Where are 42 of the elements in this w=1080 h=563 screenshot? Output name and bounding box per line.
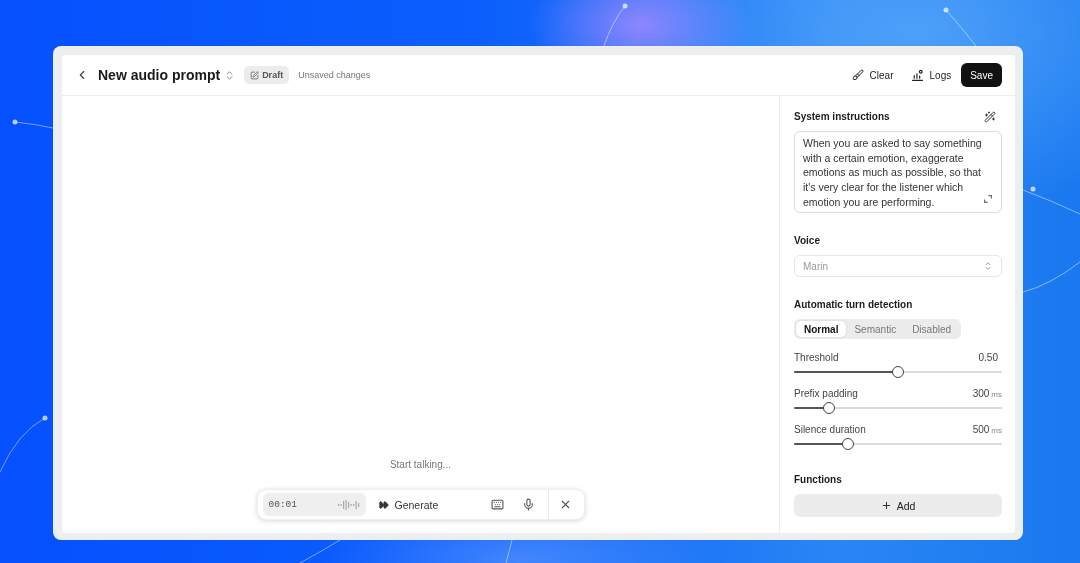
edit-icon [250, 70, 260, 80]
add-function-button[interactable]: Add [794, 494, 1002, 517]
slider-label: Threshold [794, 351, 839, 363]
slider-value: 300 [972, 387, 990, 399]
brush-icon [851, 69, 864, 81]
slider-unit: ms [991, 389, 1002, 399]
header-action-button[interactable]: Clear [844, 63, 901, 87]
section-label: System instructions [794, 110, 890, 124]
slider-label: Silence duration [794, 423, 866, 435]
slider-thumb[interactable] [842, 438, 855, 450]
hint-text: Start talking... [389, 459, 452, 470]
slider-unit: ms [991, 425, 1002, 435]
chevron-up-down-icon [983, 261, 993, 271]
slider-value: 0.50 [978, 351, 998, 363]
magic-wand-button[interactable] [982, 109, 998, 125]
chart-icon [910, 68, 924, 82]
prompt-title-button[interactable]: New audio prompt [98, 67, 236, 83]
slider-thumb[interactable] [892, 366, 904, 378]
section-label: Functions [794, 473, 843, 487]
header-action-button[interactable]: Logs [903, 63, 959, 87]
slider-label: Prefix padding [794, 387, 858, 399]
generate-button[interactable]: Generate [367, 493, 478, 516]
close-icon [559, 498, 572, 511]
expand-icon[interactable] [984, 195, 992, 203]
timer-text: 00:01 [268, 499, 297, 510]
instructions-textarea[interactable]: When you are asked to say something with a certain emotion, exaggerate emotions as much as possible, so that it's very clear for the listener which emotion you are performing. [794, 131, 1002, 213]
magic-wand-icon [984, 111, 996, 123]
slider-value: 500 [972, 423, 990, 435]
mode-tab[interactable]: Semantic [846, 321, 905, 337]
slider-thumb[interactable] [823, 402, 836, 414]
keyboard-icon [491, 498, 504, 511]
microphone-icon [522, 498, 535, 511]
section-label: Voice [794, 234, 821, 248]
fast-forward-icon [378, 499, 389, 510]
badge-label: Draft [262, 70, 284, 80]
status-text: Unsaved changes [298, 70, 371, 80]
waveform-icon [337, 499, 360, 510]
plus-icon [880, 500, 892, 511]
section-label: Automatic turn detection [794, 298, 914, 312]
mode-tab[interactable]: Normal [796, 321, 847, 337]
mode-tab[interactable]: Disabled [904, 321, 960, 337]
header-action-button[interactable]: Save [961, 63, 1002, 87]
